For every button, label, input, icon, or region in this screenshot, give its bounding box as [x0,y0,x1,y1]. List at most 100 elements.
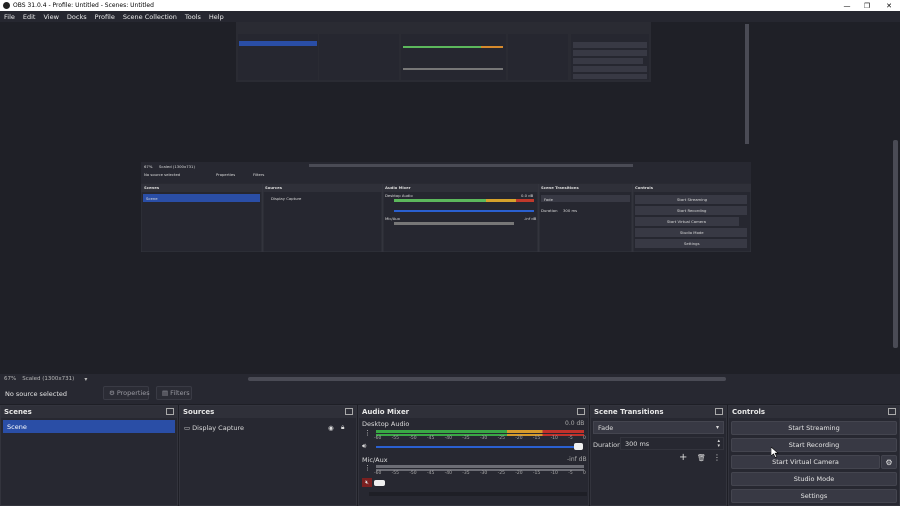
undock-icon[interactable] [166,408,174,415]
virtual-camera-settings-button[interactable]: ⚙ [881,455,897,469]
menu-scene-collection[interactable]: Scene Collection [123,13,177,21]
mini-transitions-title: Scene Transitions [541,185,579,190]
undock-icon[interactable] [345,408,353,415]
meter-tick-label: -50 [409,436,417,441]
meter-tick-label: -55 [391,471,400,476]
undock-icon[interactable] [888,408,896,415]
sources-title: Sources [183,408,215,416]
meter-tick-label: -45 [426,471,435,476]
mini-mic-level: -inf dB [524,216,537,221]
scale-label[interactable]: Scaled (1300x731) [22,376,74,382]
mini-duration-value: 300 ms [563,208,578,213]
start-recording-button[interactable]: Start Recording [731,438,897,452]
desktop-audio-label: Desktop Audio [362,420,410,428]
zoom-level[interactable]: 67% [4,376,16,382]
source-item-label: Display Capture [192,423,245,432]
transition-menu-icon[interactable]: ⋮ [713,453,721,462]
mixer-scrollbar[interactable] [369,492,587,496]
mic-volume-handle[interactable] [374,480,385,486]
undock-icon[interactable] [715,408,723,415]
mouse-cursor-icon [771,447,779,458]
meter-tick-label: -15 [532,471,541,476]
mini-fade-select: Fade [544,197,553,202]
scene-transitions-dock: Scene Transitions Fade ▾ Duration 300 ms… [590,405,727,506]
mini-start-streaming: Start Streaming [677,197,708,202]
mic-aux-label: Mic/Aux [362,456,388,464]
mini-duration-label: Duration [541,208,558,213]
scale-dropdown-icon[interactable]: ▾ [84,376,87,383]
desktop-audio-ticks: -60 -55 -50 -45 -40 -35 -30 -25 -20 -15 -10 -5 0 [374,436,586,441]
meter-tick-label: -45 [426,436,435,441]
meter-tick-label: -60 [374,436,382,441]
properties-button[interactable]: ⚙ Properties [103,386,150,400]
controls-title: Controls [732,408,766,416]
studio-mode-button[interactable]: Studio Mode [731,472,897,486]
meter-tick-label: -40 [444,471,452,476]
menu-profile[interactable]: Profile [95,13,115,21]
meter-tick-label: 0 [583,436,586,441]
mini-start-recording: Start Recording [677,208,707,213]
mini-controls-title: Controls [635,185,653,190]
meter-tick-label: -10 [550,436,558,441]
sources-dock: Sources ▭ Display Capture ◉ 🔒︎ [179,405,357,506]
display-capture-preview: No source selected Properties Filters 67… [141,22,751,252]
mic-aux-menu-icon[interactable]: ⋮ [364,464,371,472]
meter-tick-label: -55 [391,436,400,441]
desktop-volume-slider[interactable] [376,446,581,448]
lock-icon[interactable]: 🔒︎ [341,423,344,432]
meter-tick-label: -30 [479,436,488,441]
mic-aux-level: -inf dB [567,456,587,463]
meter-tick-label: -35 [462,471,470,476]
start-virtual-camera-button[interactable]: Start Virtual Camera [731,455,880,469]
spin-arrows-icon[interactable]: ▴ ▾ [717,438,720,449]
desktop-audio-level: 0.0 dB [565,420,585,427]
filter-icon: ▤ [162,389,169,397]
chevron-down-icon: ▾ [715,424,719,431]
meter-tick-label: -25 [497,436,505,441]
filters-button[interactable]: ▤ Filters [156,386,192,400]
duration-input[interactable]: 300 ms ▴ ▾ [620,437,724,450]
meter-tick-label: -20 [515,436,523,441]
desktop-audio-menu-icon[interactable]: ⋮ [364,429,371,437]
mini-scene-item: Scene [146,196,158,201]
add-transition-icon[interactable]: + [679,452,687,463]
menu-tools[interactable]: Tools [185,13,201,21]
menu-file[interactable]: File [4,13,15,21]
scene-item[interactable]: Scene [3,420,175,433]
settings-button[interactable]: Settings [731,489,897,503]
meter-tick-label: -50 [409,471,417,476]
start-streaming-button[interactable]: Start Streaming [731,421,897,435]
gear-icon: ⚙ [885,457,893,467]
mic-aux-ticks: -60 -55 -50 -45 -40 -35 -30 -25 -20 -15 -10 -5 0 [374,471,586,476]
meter-tick-label: -5 [568,471,573,476]
menu-edit[interactable]: Edit [23,13,36,21]
menu-docks[interactable]: Docks [67,13,87,21]
preview-horizontal-scroll-thumb[interactable] [248,377,726,381]
meter-tick-label: -35 [462,436,470,441]
meter-tick-label: -30 [479,471,488,476]
menu-view[interactable]: View [43,13,58,21]
meter-tick-label: -20 [515,471,523,476]
mini-scenes-title: Scenes [144,185,160,190]
properties-label: Properties [116,389,150,397]
muted-speaker-icon[interactable]: 🔇︎ [362,478,372,487]
trash-icon[interactable]: 🗑︎ [697,454,706,462]
close-button[interactable]: ✕ [878,0,900,11]
meter-tick-label: -40 [444,436,452,441]
mini-settings: Settings [684,241,700,246]
mini-scale-label: Scaled (1300x731) [159,164,195,169]
maximize-button[interactable]: ❐ [856,0,878,11]
window-title: OBS 31.0.4 - Profile: Untitled - Scenes:… [13,2,154,9]
source-item[interactable]: ▭ Display Capture ◉ 🔒︎ [180,421,356,434]
desktop-volume-handle[interactable] [574,443,583,450]
speaker-icon[interactable]: 🔊︎ [362,442,366,451]
undock-icon[interactable] [577,408,585,415]
minimize-button[interactable]: — [836,0,858,11]
preview-vertical-scroll-thumb[interactable] [893,140,898,348]
menu-help[interactable]: Help [209,13,224,21]
transition-select[interactable]: Fade ▾ [593,421,724,434]
scenes-title: Scenes [4,408,32,416]
eye-icon[interactable]: ◉ [328,424,334,432]
mini-mixer-title: Audio Mixer [385,185,411,190]
captured-screen-image [141,22,751,252]
